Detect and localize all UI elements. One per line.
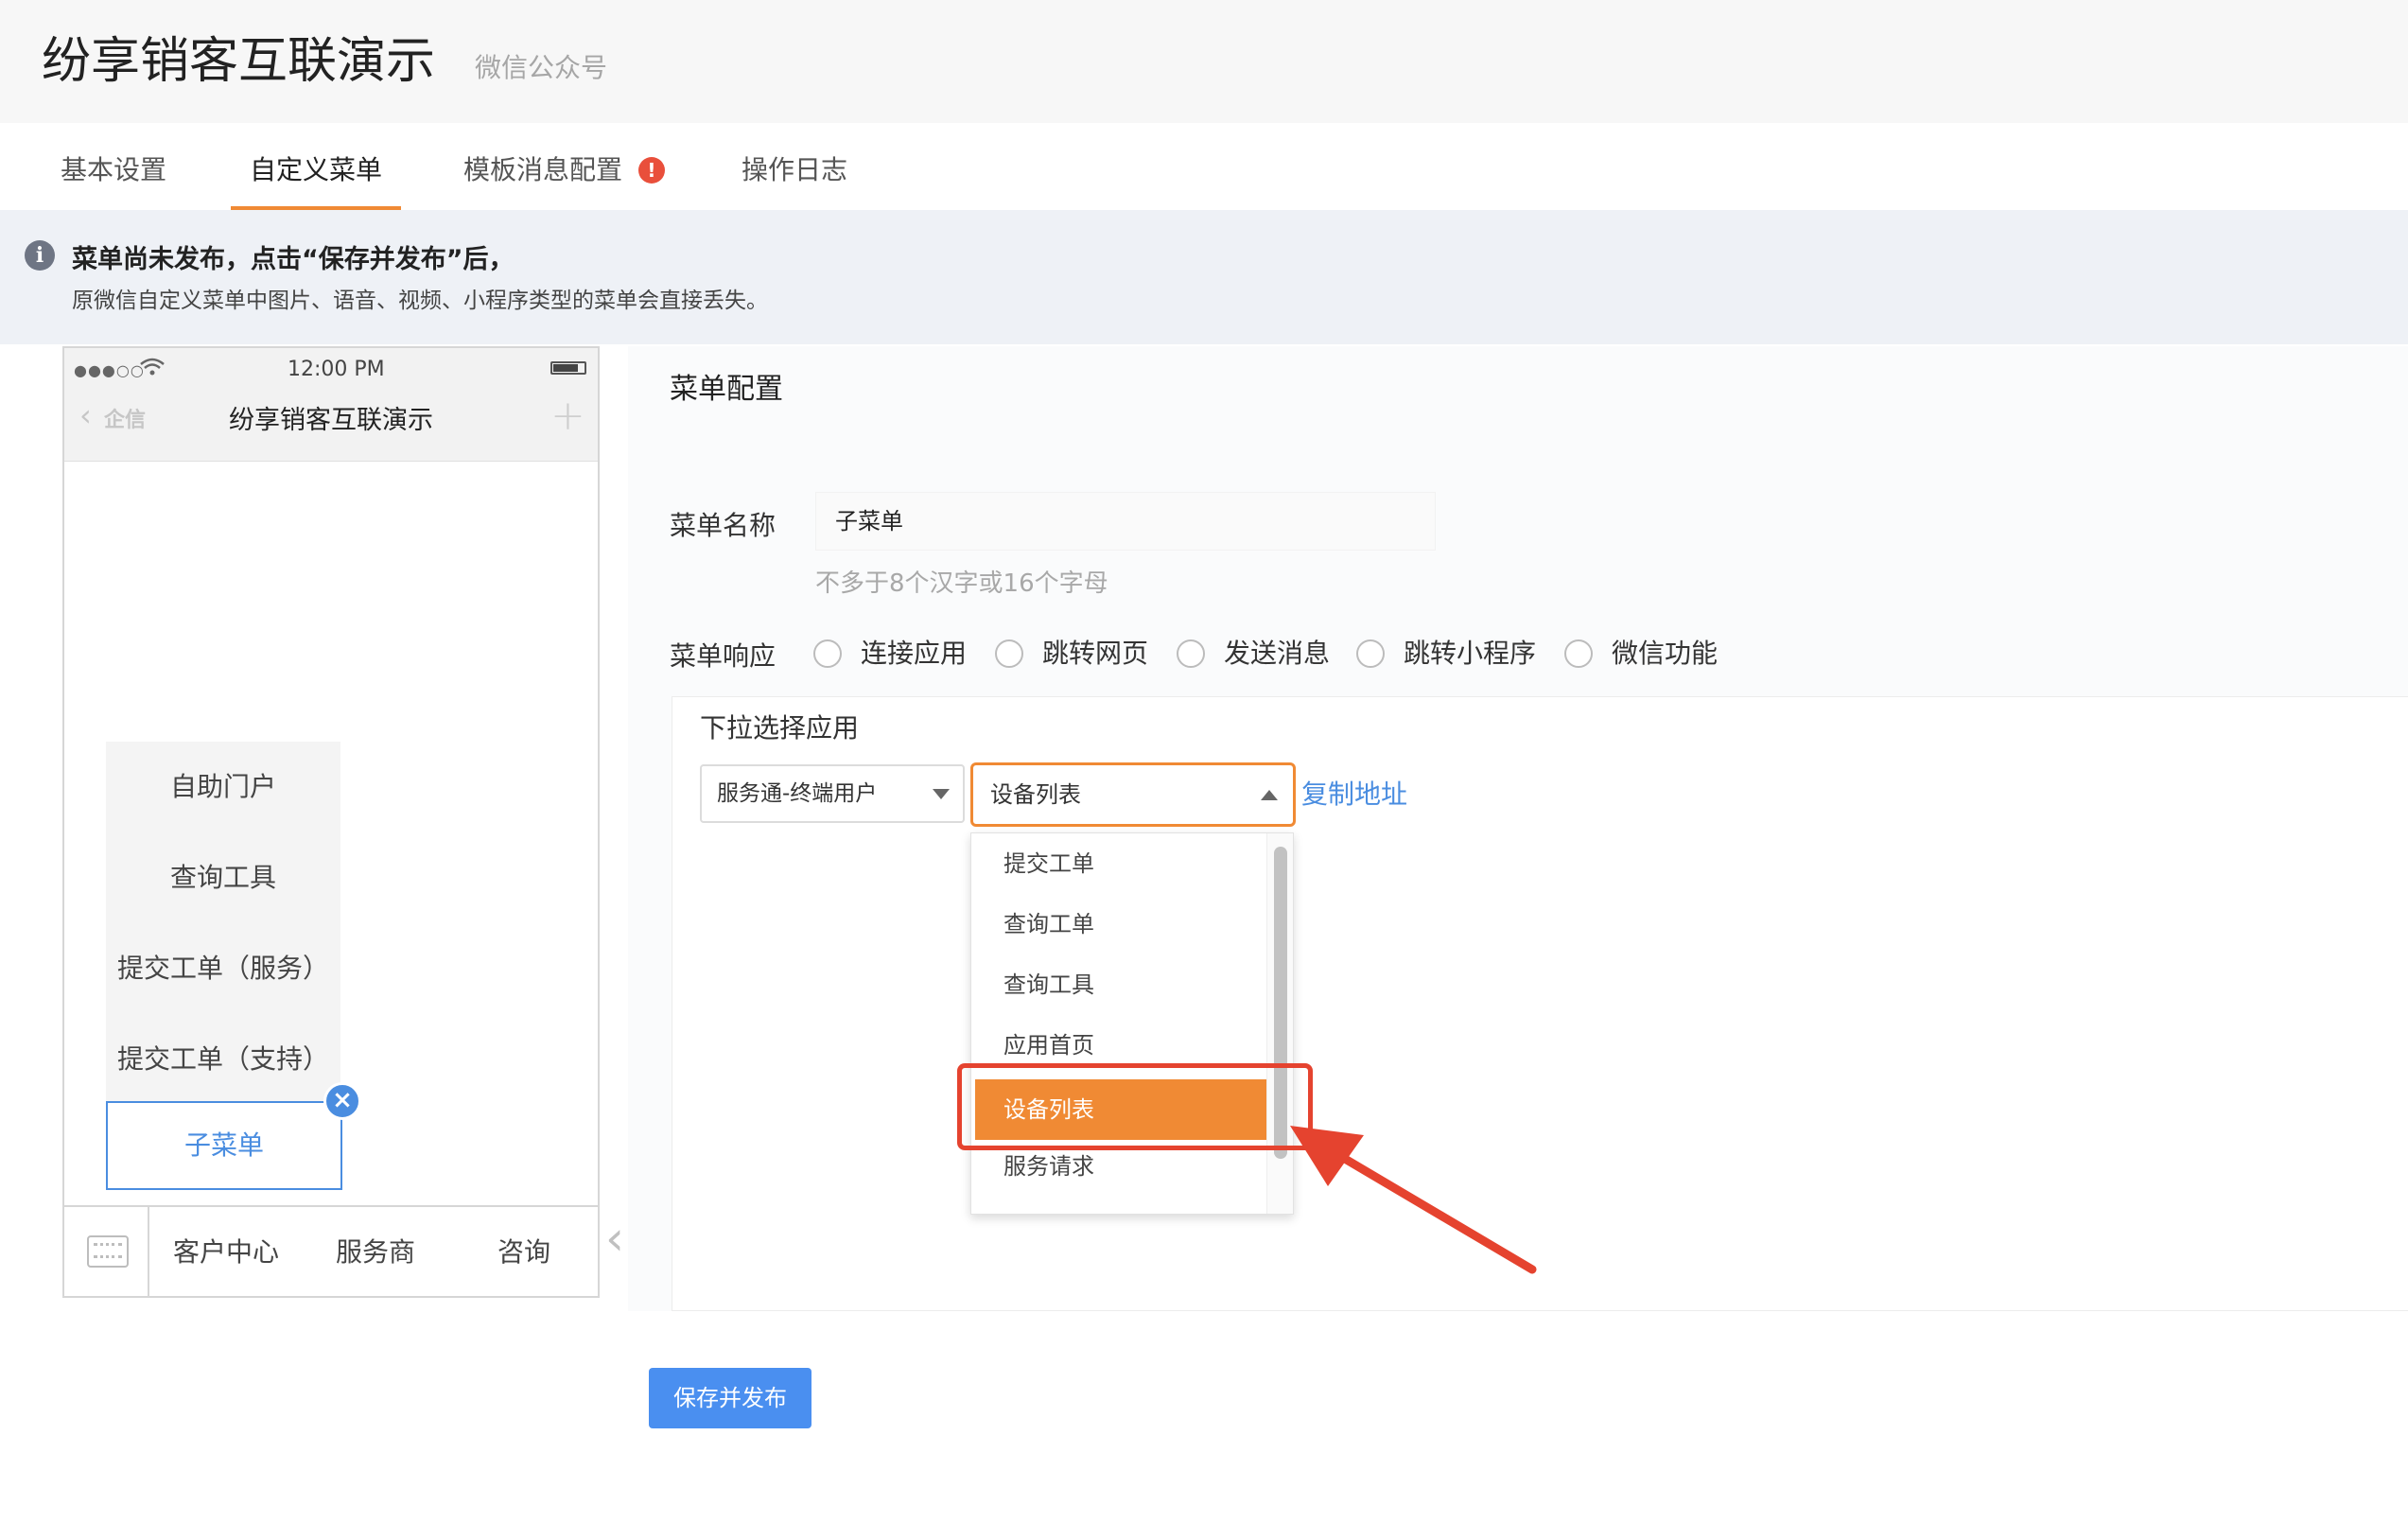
close-icon[interactable]: × — [323, 1082, 361, 1120]
radio-jump-webpage[interactable]: 跳转网页 — [995, 638, 1148, 670]
menu-response-label: 菜单响应 — [670, 640, 776, 672]
notice-title: 菜单尚未发布，点击“保存并发布”后， — [72, 245, 515, 274]
radio-circle — [1564, 639, 1593, 668]
radio-label: 微信功能 — [1612, 638, 1719, 669]
dropdown-option[interactable]: 查询工单 — [971, 894, 1266, 954]
radio-mini-program[interactable]: 跳转小程序 — [1356, 638, 1536, 670]
radio-label: 跳转小程序 — [1404, 638, 1537, 669]
radio-circle — [813, 639, 842, 668]
radio-label: 发送消息 — [1224, 638, 1331, 669]
save-publish-button[interactable]: 保存并发布 — [649, 1368, 811, 1428]
tab-custom-menu[interactable]: 自定义菜单 — [231, 149, 402, 210]
header: 纷享销客互联演示 微信公众号 — [0, 0, 2408, 123]
tab-label: 自定义菜单 — [250, 154, 383, 185]
submenu-item[interactable]: 查询工具 — [106, 832, 340, 923]
app-select[interactable]: 服务通-终端用户 — [700, 764, 965, 823]
menu-name-input[interactable]: 子菜单 — [815, 492, 1436, 551]
app-select-label: 下拉选择应用 — [700, 712, 860, 744]
radio-label: 跳转网页 — [1042, 638, 1149, 669]
app-select-value: 服务通-终端用户 — [717, 781, 878, 806]
menu-name-hint: 不多于8个汉字或16个字母 — [815, 569, 1108, 598]
bottom-menu-item[interactable]: 客户中心 — [151, 1207, 301, 1298]
page: 纷享销客互联演示 微信公众号 基本设置 自定义菜单 模板消息配置 ! 操作日志 … — [0, 0, 2408, 1523]
page-select[interactable]: 设备列表 — [970, 762, 1296, 827]
tab-basic-settings[interactable]: 基本设置 — [61, 149, 166, 210]
signal-icon: ●●●○○ — [74, 361, 145, 379]
battery-icon — [550, 361, 586, 375]
app-subtitle: 微信公众号 — [475, 52, 608, 83]
chevron-up-icon — [1261, 790, 1278, 800]
tab-bar: 基本设置 自定义菜单 模板消息配置 ! 操作日志 — [0, 123, 2408, 210]
phone-title: 纷享销客互联演示 — [229, 406, 433, 435]
page-select-value: 设备列表 — [990, 781, 1081, 808]
phone-bottom-menu: 客户中心 服务商 咨询 — [64, 1205, 598, 1298]
tab-template-message[interactable]: 模板消息配置 ! — [463, 149, 665, 210]
copy-address-link[interactable]: 复制地址 — [1301, 774, 1407, 812]
tab-label: 基本设置 — [61, 154, 167, 185]
wifi-icon — [140, 358, 165, 376]
submenu-item[interactable]: 提交工单（服务） — [106, 923, 340, 1014]
tab-label: 操作日志 — [742, 154, 848, 185]
notice-banner — [0, 210, 2408, 344]
bottom-menu-item[interactable]: 服务商 — [301, 1207, 450, 1298]
tab-operation-log[interactable]: 操作日志 — [742, 149, 847, 210]
phone-header: ●●●○○ 12:00 PM ‹ 企信 纷享销客互联演示 + — [64, 348, 598, 462]
status-time: 12:00 PM — [288, 358, 385, 381]
annotation-arrow-icon — [1290, 1126, 1537, 1274]
info-icon: i — [25, 240, 55, 271]
keyboard-icon — [87, 1235, 129, 1268]
tab-label: 模板消息配置 — [463, 154, 623, 185]
radio-send-message[interactable]: 发送消息 — [1177, 638, 1330, 670]
submenu-item-active[interactable]: 子菜单 — [106, 1101, 342, 1190]
radio-circle — [1177, 639, 1205, 668]
submenu-item[interactable]: 提交工单（支持） — [106, 1014, 340, 1105]
page-select-dropdown: 提交工单 查询工单 查询工具 应用首页 设备列表 服务请求 — [970, 832, 1294, 1215]
menu-name-label: 菜单名称 — [670, 510, 776, 541]
dropdown-option[interactable]: 提交工单 — [971, 833, 1266, 894]
section-title: 菜单配置 — [670, 373, 783, 406]
radio-circle — [995, 639, 1023, 668]
alert-badge-icon: ! — [637, 157, 665, 184]
dropdown-option[interactable]: 查询工具 — [971, 954, 1266, 1015]
keyboard-toggle[interactable] — [64, 1207, 149, 1298]
collapse-arrow-icon[interactable]: ‹ — [605, 1211, 624, 1266]
notice-description: 原微信自定义菜单中图片、语音、视频、小程序类型的菜单会直接丢失。 — [72, 289, 768, 313]
bottom-menu-item[interactable]: 咨询 — [450, 1207, 598, 1298]
radio-connect-app[interactable]: 连接应用 — [813, 638, 967, 670]
submenu-item[interactable]: 自助门户 — [106, 742, 340, 832]
plus-icon[interactable]: + — [550, 392, 585, 440]
annotation-highlight-box — [957, 1063, 1313, 1150]
radio-circle — [1356, 639, 1385, 668]
chevron-down-icon — [933, 789, 950, 799]
phone-preview: ●●●○○ 12:00 PM ‹ 企信 纷享销客互联演示 + 自助门户 查询工具… — [62, 346, 600, 1298]
radio-wechat-function[interactable]: 微信功能 — [1564, 638, 1718, 670]
radio-label: 连接应用 — [861, 638, 968, 669]
app-title: 纷享销客互联演示 — [42, 33, 436, 90]
